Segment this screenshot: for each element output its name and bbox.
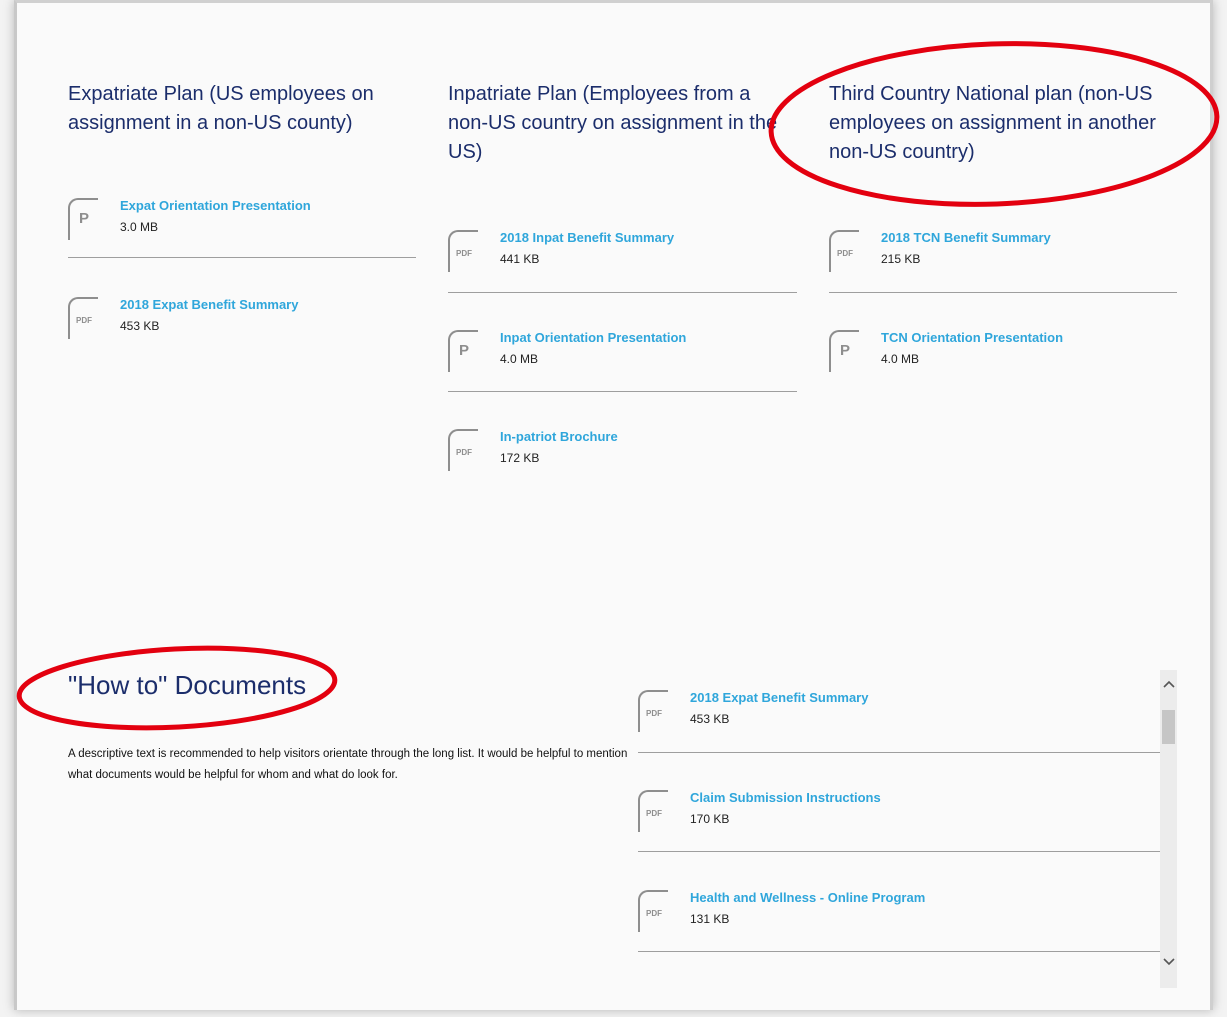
doc-expat-benefit-summary[interactable]: PDF 2018 Expat Benefit Summary 453 KB [68, 297, 418, 353]
howto-title: "How to" Documents [68, 670, 307, 700]
list-scrollbar[interactable] [1160, 670, 1177, 988]
doc-health-wellness[interactable]: PDF Health and Wellness - Online Program… [638, 890, 1138, 946]
pdf-file-icon: PDF [68, 297, 98, 339]
howto-document-list[interactable]: PDF 2018 Expat Benefit Summary 453 KB PD… [636, 670, 1176, 988]
pdf-file-icon: PDF [448, 230, 478, 272]
doc-size: 453 KB [690, 712, 730, 726]
divider [638, 851, 1160, 852]
doc-size: 215 KB [881, 252, 921, 266]
presentation-file-icon: P [448, 330, 478, 372]
divider [638, 951, 1160, 952]
doc-size: 4.0 MB [500, 352, 539, 366]
doc-link[interactable]: 2018 Inpat Benefit Summary [500, 230, 674, 245]
doc-tcn-orientation[interactable]: P TCN Orientation Presentation 4.0 MB [829, 330, 1179, 386]
presentation-file-icon: P [829, 330, 859, 372]
doc-size: 441 KB [500, 252, 540, 266]
doc-link[interactable]: Claim Submission Instructions [690, 790, 881, 805]
scrollbar-thumb[interactable] [1162, 710, 1175, 744]
doc-size: 453 KB [120, 319, 160, 333]
divider [68, 257, 416, 258]
doc-size: 131 KB [690, 912, 730, 926]
doc-expat-orientation[interactable]: P Expat Orientation Presentation 3.0 MB [68, 198, 418, 254]
divider [829, 292, 1177, 293]
doc-inpat-benefit-summary[interactable]: PDF 2018 Inpat Benefit Summary 441 KB [448, 230, 798, 286]
doc-tcn-benefit-summary[interactable]: PDF 2018 TCN Benefit Summary 215 KB [829, 230, 1179, 286]
doc-claim-submission[interactable]: PDF Claim Submission Instructions 170 KB [638, 790, 1138, 846]
pdf-file-icon: PDF [638, 790, 668, 832]
doc-link[interactable]: In-patriot Brochure [500, 429, 618, 444]
inpat-plan-title: Inpatriate Plan (Employees from a non-US… [448, 83, 778, 163]
doc-inpat-orientation[interactable]: P Inpat Orientation Presentation 4.0 MB [448, 330, 798, 386]
doc-link[interactable]: 2018 Expat Benefit Summary [120, 297, 298, 312]
doc-link[interactable]: 2018 Expat Benefit Summary [690, 690, 868, 705]
doc-link[interactable]: TCN Orientation Presentation [881, 330, 1063, 345]
pdf-file-icon: PDF [638, 890, 668, 932]
pdf-file-icon: PDF [448, 429, 478, 471]
doc-link[interactable]: 2018 TCN Benefit Summary [881, 230, 1051, 245]
scroll-down-icon[interactable] [1160, 954, 1177, 972]
presentation-file-icon: P [68, 198, 98, 240]
doc-size: 4.0 MB [881, 352, 920, 366]
expat-plan-title: Expatriate Plan (US employees on assignm… [68, 83, 374, 134]
doc-link[interactable]: Expat Orientation Presentation [120, 198, 311, 213]
pdf-file-icon: PDF [829, 230, 859, 272]
doc-howto-expat-benefit[interactable]: PDF 2018 Expat Benefit Summary 453 KB [638, 690, 1138, 746]
howto-description: A descriptive text is recommended to hel… [68, 748, 628, 781]
pdf-file-icon: PDF [638, 690, 668, 732]
doc-link[interactable]: Inpat Orientation Presentation [500, 330, 686, 345]
doc-inpatriot-brochure[interactable]: PDF In-patriot Brochure 172 KB [448, 429, 798, 485]
scroll-up-icon[interactable] [1160, 676, 1177, 694]
doc-size: 3.0 MB [120, 220, 159, 234]
doc-link[interactable]: Health and Wellness - Online Program [690, 890, 925, 905]
doc-size: 170 KB [690, 812, 730, 826]
doc-size: 172 KB [500, 451, 540, 465]
divider [638, 752, 1160, 753]
divider [448, 391, 797, 392]
divider [448, 292, 797, 293]
tcn-plan-title: Third Country National plan (non-US empl… [829, 83, 1156, 163]
